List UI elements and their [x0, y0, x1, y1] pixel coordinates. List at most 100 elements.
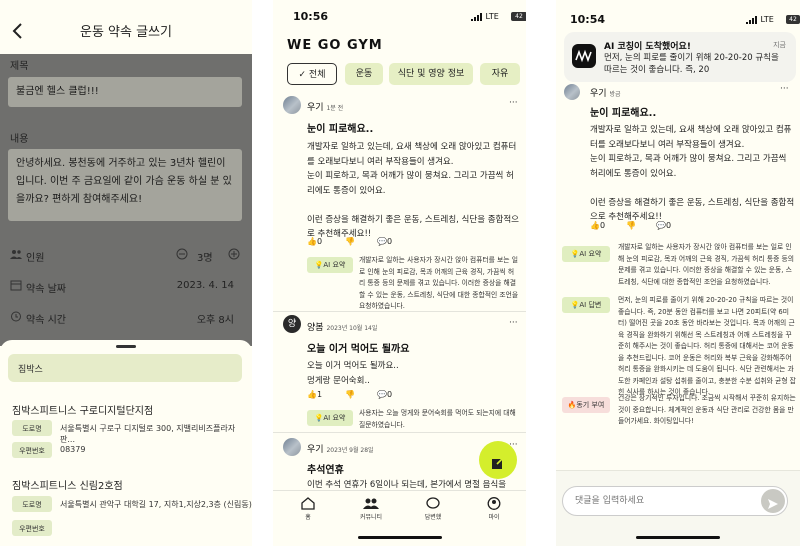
gym-name: 짐박스피트니스 구로디지털단지점 [12, 406, 154, 417]
notification-title: AI 코칭이 도착했어요! [604, 42, 691, 52]
people-row: 인원 3명 [8, 246, 242, 266]
gym-address: 서울특별시 구로구 디지털로 300, 지밸리비즈플라자 판... [60, 424, 236, 444]
sheet-handle[interactable] [116, 345, 136, 348]
post-body: 오늘 이거 먹어도 될까요.. 멍게랑 문어숙회.. [307, 361, 399, 386]
ai-summary-tag: 💡AI 요약 [307, 257, 353, 273]
thumbs-down-icon: 👎 [345, 237, 355, 246]
avatar: 양 [283, 315, 301, 333]
post-time: 2023년 9월 28일 [326, 447, 374, 454]
post-title: 눈이 피로해요.. [307, 124, 374, 135]
divider [273, 432, 526, 433]
gym-name: 짐박스피트니스 신림2호점 [12, 481, 123, 492]
ai-answer-tag: 💡AI 답변 [562, 297, 610, 313]
status-bar-right: LTE 42 [471, 12, 526, 21]
ai-summary-tag: 💡AI 요약 [562, 246, 610, 262]
send-button[interactable] [761, 489, 785, 513]
write-appointment-screen: 운동 약속 글쓰기 제목 불금엔 헬스 클럽!!! 내용 안녕하세요. 봉천동에… [0, 0, 252, 546]
gym-search-input[interactable]: 짐박스 [8, 354, 242, 382]
nav-community[interactable]: 커뮤니티 [351, 497, 391, 521]
home-icon [288, 497, 328, 512]
people-icon [10, 248, 22, 260]
post-author: 양봄 2023년 10월 14일 [307, 323, 378, 333]
people-label: 인원 [26, 253, 45, 264]
gym-search-sheet: 짐박스 짐박스피트니스 구로디지털단지점 도로명 서울특별시 구로구 디지털로 … [0, 340, 252, 546]
minus-icon[interactable] [176, 248, 188, 260]
calendar-icon [10, 279, 22, 291]
comment-input[interactable] [562, 486, 788, 516]
time-value: 오후 8시 [196, 315, 234, 326]
date-row[interactable]: 약속 날짜 2023. 4. 14 [8, 277, 242, 297]
status-bar-right: LTE 42 [746, 15, 800, 24]
thumbs-down-icon: 👎 [626, 221, 636, 230]
nav-label: 홈 [305, 514, 311, 521]
notification-time: 지금 [773, 41, 786, 49]
divider [273, 311, 526, 312]
battery-icon: 42 [786, 15, 800, 24]
post-author: 우기 방금 [590, 89, 621, 99]
plus-icon[interactable] [228, 248, 240, 260]
content-textarea[interactable]: 안녕하세요. 봉천동에 거주하고 있는 3년차 헬린이입니다. 이번 주 금요일… [8, 149, 242, 221]
content-label: 내용 [10, 134, 29, 145]
network-label: LTE [485, 12, 499, 21]
thumbs-up-icon: 👍 [307, 237, 317, 246]
ai-summary-text: 사용자는 오늘 멍게와 문어숙회를 먹어도 되는지에 대해 질문하였습니다. [359, 409, 516, 429]
header: 운동 약속 글쓰기 [0, 0, 252, 54]
app-logo: WE GO GYM [287, 38, 383, 53]
zipcode-tag: 우편번호 [12, 520, 52, 536]
push-notification[interactable]: AI 코칭이 도착했어요! 지금 먼저, 눈의 피로를 줄이기 위해 20-20… [564, 32, 796, 82]
comment-count[interactable]: 💬0 [377, 390, 392, 399]
dislike-button[interactable]: 👎 [626, 221, 636, 230]
user-circle-icon [474, 497, 514, 512]
nav-home[interactable]: 홈 [288, 497, 328, 521]
post-body: 개발자로 일하고 있는데, 요새 책상에 오래 앉아있고 컴퓨터를 오래보다보니… [590, 125, 795, 222]
signal-icon [471, 12, 483, 21]
comment-icon: 💬 [377, 237, 387, 246]
nav-label: 답변했 [424, 514, 442, 521]
ai-answer-text: 먼저, 눈의 피로를 줄이기 위해 20-20-20 규칙을 따르는 것이 좋습… [618, 296, 796, 396]
like-button[interactable]: 👍0 [590, 221, 605, 230]
edit-icon [491, 452, 505, 471]
post-author: 우기 2023년 9월 28일 [307, 445, 374, 455]
chip-free[interactable]: 자유 [480, 63, 520, 85]
app-icon [572, 44, 596, 68]
check-icon: ✓ [298, 70, 307, 80]
post-time: 1분 전 [326, 105, 344, 112]
post-title: 추석연휴 [307, 465, 344, 476]
dislike-button[interactable]: 👎 [345, 390, 355, 399]
home-indicator [636, 536, 720, 539]
chip-diet[interactable]: 식단 및 영양 정보 [389, 63, 473, 85]
comment-count[interactable]: 💬0 [377, 237, 392, 246]
post-detail-screen: 10:54 LTE 42 AI 코칭이 도착했어요! 지금 먼저, 눈의 피로를… [556, 0, 800, 546]
dislike-button[interactable]: 👎 [345, 237, 355, 246]
send-icon [767, 495, 779, 514]
nav-answers[interactable]: 답변했 [413, 497, 453, 521]
address-tag: 도로명 [12, 420, 52, 436]
nav-my[interactable]: 마이 [474, 497, 514, 521]
chip-all[interactable]: ✓ 전체 [287, 63, 337, 85]
post-title: 눈이 피로해요.. [590, 108, 657, 119]
ai-summary-text: 개발자로 일하는 사용자가 장시간 앉아 컴퓨터를 보는 일로 인해 눈의 피로… [618, 243, 795, 286]
motivation-tag: 🔥동기 부여 [562, 397, 610, 413]
comment-count[interactable]: 💬0 [656, 221, 671, 230]
time-row[interactable]: 약속 시간 오후 8시 [8, 308, 242, 328]
more-icon[interactable]: ··· [780, 84, 789, 94]
title-input[interactable]: 불금엔 헬스 클럽!!! [8, 77, 242, 107]
more-icon[interactable]: ··· [509, 98, 518, 108]
status-time: 10:54 [570, 13, 606, 26]
chip-exercise[interactable]: 운동 [345, 63, 383, 85]
page-title: 운동 약속 글쓰기 [80, 25, 172, 40]
write-fab[interactable] [479, 441, 517, 479]
chip-label: 전체 [308, 70, 326, 80]
more-icon[interactable]: ··· [509, 318, 518, 328]
post-time: 2023년 10월 14일 [326, 325, 378, 332]
thumbs-up-icon: 👍 [590, 221, 600, 230]
like-button[interactable]: 👍1 [307, 390, 322, 399]
like-button[interactable]: 👍0 [307, 237, 322, 246]
network-label: LTE [760, 15, 774, 24]
motivation-text: 건강은 장기적인 투자입니다. 조금씩 시작해서 꾸준히 유지하는 것이 중요합… [618, 394, 796, 425]
signal-icon [746, 15, 758, 24]
gym-address: 서울특별시 관악구 대학길 17, 지하1,지상2,3층 (신림동) [60, 500, 252, 509]
comment-icon: 💬 [656, 221, 666, 230]
date-label: 약속 날짜 [26, 284, 66, 295]
post-title: 오늘 이거 먹어도 될까요 [307, 344, 410, 355]
